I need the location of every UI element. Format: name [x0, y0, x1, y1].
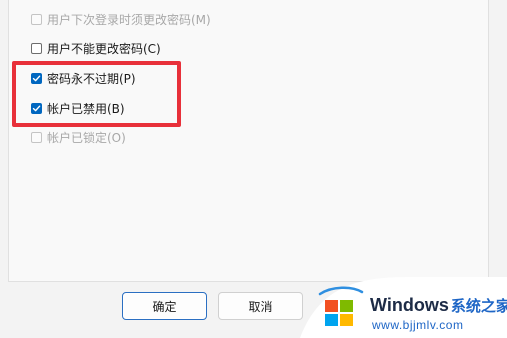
watermark-subtitle: 系统之家 [450, 298, 507, 315]
watermark-url: www.bjjmlv.com [372, 318, 464, 332]
option-cannot-change-password[interactable]: 用户不能更改密码(C) [31, 39, 161, 57]
highlight-box [12, 61, 181, 127]
checkbox [31, 13, 42, 25]
option-label: 用户下次登录时须更改密码(M) [47, 12, 211, 27]
watermark-title-text: Windows [370, 295, 449, 315]
option-must-change-password: 用户下次登录时须更改密码(M) [31, 10, 211, 28]
checkbox [31, 131, 42, 143]
ok-button[interactable]: 确定 [122, 292, 207, 320]
option-label: 帐户已锁定(O) [47, 130, 126, 145]
option-account-locked: 帐户已锁定(O) [31, 128, 126, 146]
windows-logo-icon [318, 286, 364, 326]
watermark-title: Windows 系统之家 [370, 295, 507, 316]
option-label: 用户不能更改密码(C) [47, 41, 161, 56]
watermark: Windows 系统之家 www.bjjmlv.com [300, 277, 507, 338]
cancel-button[interactable]: 取消 [218, 292, 303, 320]
checkbox[interactable] [31, 42, 42, 54]
